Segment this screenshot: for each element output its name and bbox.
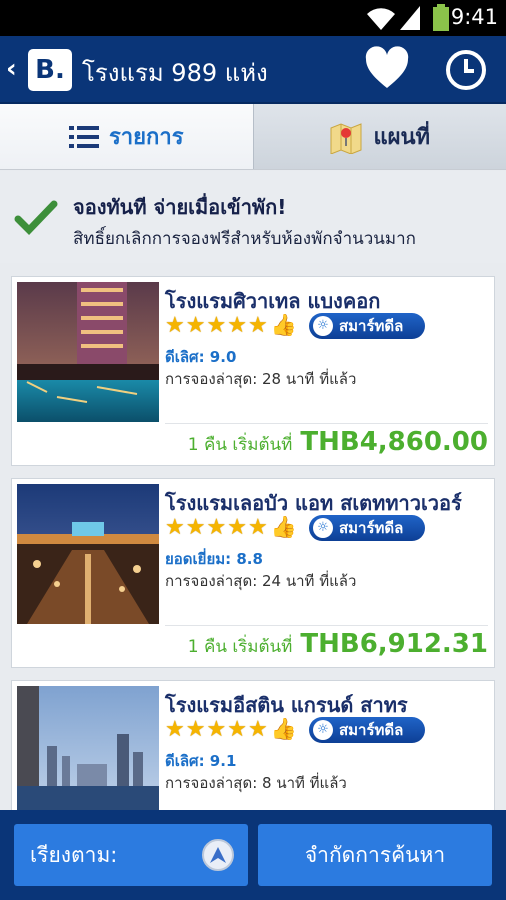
price-prefix: 1 คืน เริ่มต้นที่ — [187, 637, 293, 657]
price-row: 1 คืน เริ่มต้นที่ THB6,912.31 — [188, 629, 488, 660]
tab-map-label: แผนที่ — [373, 125, 431, 150]
star-icon: ★ — [227, 716, 247, 742]
hotel-photo — [17, 282, 159, 422]
wifi-icon — [367, 8, 395, 30]
hotel-photo — [17, 686, 159, 826]
filter-button[interactable]: จำกัดการค้นหา — [258, 824, 492, 886]
star-icon: ★ — [185, 312, 206, 338]
checkmark-icon — [14, 200, 58, 235]
sort-button[interactable]: เรียงตาม: — [14, 824, 248, 886]
star-icon: ★ — [247, 312, 268, 338]
view-tabs: รายการ แผนที่ — [0, 104, 506, 170]
review-score: ดีเลิศ: 9.0 — [165, 348, 237, 366]
banner-subtitle: สิทธิ์ยกเลิกการจองฟรีสำหรับห้องพักจำนวนม… — [73, 229, 416, 249]
price-amount: THB6,912.31 — [300, 629, 488, 659]
signal-icon — [400, 6, 420, 30]
clock-time: 9:41 — [450, 5, 498, 29]
tab-map[interactable]: แผนที่ — [252, 104, 506, 169]
star-rating: ★ ★ ★ ★ ★ 👍 — [165, 515, 297, 540]
map-icon — [330, 122, 362, 154]
thumbs-up-icon: 👍 — [270, 717, 297, 741]
status-bar: 9:41 — [0, 0, 506, 36]
star-icon: ★ — [165, 716, 185, 742]
star-icon: ★ — [165, 312, 185, 338]
price-row: 1 คืน เริ่มต้นที่ THB4,860.00 — [188, 427, 488, 458]
smart-deal-label: สมาร์ทดีล — [339, 519, 404, 537]
smart-deal-label: สมาร์ทดีล — [339, 721, 404, 739]
star-icon: ★ — [206, 716, 227, 742]
star-icon: ★ — [227, 312, 247, 338]
smart-deal-badge: ☼ สมาร์ทดีล — [309, 313, 425, 339]
review-score: ดีเลิศ: 9.1 — [165, 752, 237, 770]
lightbulb-icon: ☼ — [313, 316, 333, 336]
star-icon: ★ — [247, 716, 268, 742]
hotel-card[interactable]: โรงแรมเลอบัว แอท สเตททาวเวอร์ ★ ★ ★ ★ ★ … — [11, 478, 495, 668]
sort-icon — [202, 839, 234, 871]
smart-deal-label: สมาร์ทดีล — [339, 317, 404, 335]
divider — [165, 423, 488, 424]
list-icon — [68, 125, 99, 148]
review-score: ยอดเยี่ยม: 8.8 — [165, 550, 263, 568]
star-icon: ★ — [165, 514, 185, 540]
last-booked: การจองล่าสุด: 28 นาที ที่แล้ว — [165, 370, 357, 388]
star-rating: ★ ★ ★ ★ ★ 👍 — [165, 717, 297, 742]
bottom-action-bar: เรียงตาม: จำกัดการค้นหา — [0, 810, 506, 900]
star-icon: ★ — [185, 514, 206, 540]
smart-deal-badge: ☼ สมาร์ทดีล — [309, 717, 425, 743]
star-rating: ★ ★ ★ ★ ★ 👍 — [165, 313, 297, 338]
star-icon: ★ — [247, 514, 268, 540]
lightbulb-icon: ☼ — [313, 518, 333, 538]
booking-logo[interactable]: B. — [28, 49, 72, 91]
thumbs-up-icon: 👍 — [270, 515, 297, 539]
smart-deal-badge: ☼ สมาร์ทดีล — [309, 515, 425, 541]
tab-list[interactable]: รายการ — [0, 104, 253, 169]
lightbulb-icon: ☼ — [313, 720, 333, 740]
last-booked: การจองล่าสุด: 8 นาที ที่แล้ว — [165, 774, 347, 792]
thumbs-up-icon: 👍 — [270, 313, 297, 337]
hotel-photo — [17, 484, 159, 624]
banner-title: จองทันที จ่ายเมื่อเข้าพัก! — [73, 195, 287, 219]
star-icon: ★ — [206, 312, 227, 338]
star-icon: ★ — [185, 716, 206, 742]
price-prefix: 1 คืน เริ่มต้นที่ — [187, 435, 293, 455]
sort-label: เรียงตาม: — [30, 842, 118, 867]
battery-icon — [433, 4, 449, 31]
last-booked: การจองล่าสุด: 24 นาที ที่แล้ว — [165, 572, 357, 590]
filter-label: จำกัดการค้นหา — [304, 842, 446, 867]
hotel-card[interactable]: โรงแรมศิวาเทล แบงคอก ★ ★ ★ ★ ★ 👍 ☼ สมาร์… — [11, 276, 495, 466]
star-icon: ★ — [227, 514, 247, 540]
page-title: โรงแรม 989 แห่ง — [82, 59, 268, 87]
tab-list-label: รายการ — [108, 125, 184, 150]
back-icon[interactable]: ‹ — [6, 54, 17, 84]
book-now-banner: จองทันที จ่ายเมื่อเข้าพัก! สิทธิ์ยกเลิกก… — [0, 171, 506, 263]
app-bar: ‹ B. โรงแรม 989 แห่ง — [0, 36, 506, 104]
clock-icon[interactable] — [444, 48, 488, 92]
heart-icon[interactable] — [364, 46, 410, 90]
star-icon: ★ — [206, 514, 227, 540]
divider — [165, 625, 488, 626]
price-amount: THB4,860.00 — [300, 427, 488, 457]
